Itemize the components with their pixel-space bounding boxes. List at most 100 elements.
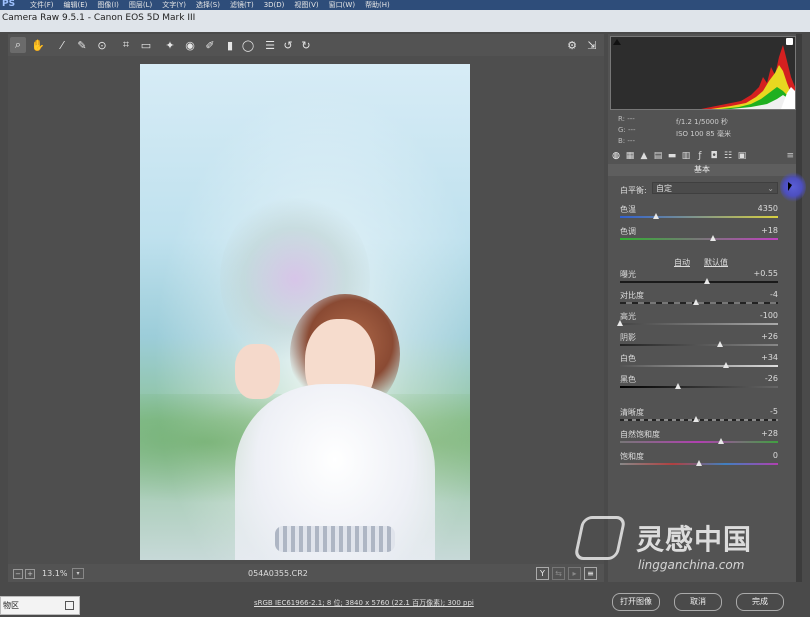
white-balance-select[interactable]: 自定 ⌄ [652, 182, 778, 194]
blacks-thumb[interactable] [675, 383, 682, 389]
menu-view[interactable]: 视图(V) [294, 0, 318, 10]
menu-window[interactable]: 窗口(W) [329, 0, 355, 10]
menu-layer[interactable]: 图层(L) [129, 0, 152, 10]
shadows-slider[interactable]: 阴影 +26 [620, 332, 778, 352]
blacks-track[interactable] [620, 386, 778, 388]
clarity-track[interactable] [620, 419, 778, 421]
shadows-thumb[interactable] [716, 341, 723, 347]
hsl-tab-icon[interactable]: ▤ [652, 150, 664, 162]
menu-help[interactable]: 帮助(H) [365, 0, 390, 10]
clarity-thumb[interactable] [692, 416, 699, 422]
swap-icon[interactable]: ⇆ [552, 567, 565, 580]
whites-value[interactable]: +34 [761, 353, 778, 362]
presets-tab-icon[interactable]: ☷ [722, 150, 734, 162]
done-button[interactable]: 完成 [736, 593, 784, 611]
cancel-button[interactable]: 取消 [674, 593, 722, 611]
blacks-slider[interactable]: 黑色 -26 [620, 374, 778, 394]
vibrance-thumb[interactable] [718, 438, 725, 444]
open-image-button[interactable]: 打开图像 [612, 593, 660, 611]
temperature-track[interactable] [620, 216, 778, 218]
straighten-icon[interactable]: ▭ [138, 37, 154, 53]
color-sampler-icon[interactable]: ✎ [74, 37, 90, 53]
menu-3d[interactable]: 3D(D) [264, 0, 285, 10]
contrast-value[interactable]: -4 [770, 290, 778, 299]
list-icon[interactable]: ☰ [262, 37, 278, 53]
workflow-options-link[interactable]: sRGB IEC61966-2.1; 8 位; 3840 x 5760 (22.… [254, 598, 474, 608]
target-adjust-icon[interactable]: ⊙ [94, 37, 110, 53]
saturation-slider[interactable]: 饱和度 0 [620, 451, 778, 471]
clarity-slider[interactable]: 清晰度 -5 [620, 407, 778, 427]
white-balance-icon[interactable]: ⁄ [54, 37, 70, 53]
snapshots-tab-icon[interactable]: ▣ [736, 150, 748, 162]
exposure-value[interactable]: +0.55 [753, 269, 778, 278]
exposure-thumb[interactable] [703, 278, 710, 284]
adjustment-brush-icon[interactable]: ✐ [202, 37, 218, 53]
exposure-track[interactable] [620, 281, 778, 283]
before-after-toggle[interactable]: Y [536, 567, 549, 580]
highlights-track[interactable] [620, 323, 778, 325]
auto-link[interactable]: 自动 [674, 257, 690, 268]
panel-scrollbar[interactable] [796, 34, 802, 582]
zoom-dropdown[interactable]: ▾ [72, 568, 84, 579]
tint-value[interactable]: +18 [761, 226, 778, 235]
basic-tab-icon[interactable]: ◍ [610, 150, 622, 162]
zoom-icon[interactable]: ⌕ [10, 37, 26, 53]
red-eye-icon[interactable]: ◉ [182, 37, 198, 53]
shadows-track[interactable] [620, 344, 778, 346]
fullscreen-icon[interactable]: ⇲ [584, 37, 600, 53]
tint-track[interactable] [620, 238, 778, 240]
whites-thumb[interactable] [722, 362, 729, 368]
temperature-slider[interactable]: 色温 4350 [620, 204, 778, 224]
shadows-value[interactable]: +26 [761, 332, 778, 341]
temperature-value[interactable]: 4350 [758, 204, 778, 213]
radial-filter-icon[interactable]: ◯ [240, 37, 256, 53]
lens-tab-icon[interactable]: ▥ [680, 150, 692, 162]
default-link[interactable]: 默认值 [704, 257, 728, 268]
photo-preview[interactable] [140, 64, 470, 560]
rotate-left-icon[interactable]: ↺ [280, 37, 296, 53]
highlights-value[interactable]: -100 [760, 311, 778, 320]
zoom-out-button[interactable]: − [13, 569, 23, 579]
contrast-thumb[interactable] [692, 299, 699, 305]
effects-tab-icon[interactable]: ƒ [694, 150, 706, 162]
shadow-clipping-icon[interactable] [613, 39, 621, 45]
contrast-slider[interactable]: 对比度 -4 [620, 290, 778, 310]
graduated-filter-icon[interactable]: ▮ [222, 37, 238, 53]
temperature-thumb[interactable] [653, 213, 660, 219]
whites-track[interactable] [620, 365, 778, 367]
menu-file[interactable]: 文件(F) [30, 0, 54, 10]
rotate-right-icon[interactable]: ↻ [298, 37, 314, 53]
exposure-slider[interactable]: 曝光 +0.55 [620, 269, 778, 289]
panel-menu-icon[interactable]: ≡ [786, 151, 794, 161]
saturation-value[interactable]: 0 [773, 451, 778, 460]
saturation-thumb[interactable] [696, 460, 702, 466]
maximize-icon[interactable] [65, 601, 74, 610]
tone-curve-tab-icon[interactable]: ▦ [624, 150, 636, 162]
highlights-slider[interactable]: 高光 -100 [617, 311, 778, 331]
spot-removal-icon[interactable]: ✦ [162, 37, 178, 53]
tint-slider[interactable]: 色调 +18 [620, 226, 778, 246]
zoom-in-button[interactable]: + [25, 569, 35, 579]
blacks-value[interactable]: -26 [765, 374, 778, 383]
menu-select[interactable]: 选择(S) [196, 0, 220, 10]
vibrance-track[interactable] [620, 441, 778, 443]
contrast-track[interactable] [620, 302, 778, 304]
highlights-thumb[interactable] [617, 320, 623, 326]
vibrance-value[interactable]: +28 [761, 429, 778, 438]
highlight-clipping-icon[interactable] [786, 38, 793, 45]
hand-icon[interactable]: ✋ [30, 37, 46, 53]
menu-filter[interactable]: 滤镜(T) [230, 0, 254, 10]
preferences-icon[interactable]: ⚙ [564, 37, 580, 53]
clarity-value[interactable]: -5 [770, 407, 778, 416]
whites-slider[interactable]: 白色 +34 [620, 353, 778, 373]
tint-thumb[interactable] [710, 235, 717, 241]
crop-icon[interactable]: ⌗ [118, 37, 134, 53]
detail-tab-icon[interactable]: ▲ [638, 150, 650, 162]
menu-image[interactable]: 图像(I) [97, 0, 119, 10]
menu-edit[interactable]: 编辑(E) [64, 0, 88, 10]
taskbar-item[interactable]: 物区 [0, 596, 80, 615]
menu-type[interactable]: 文字(Y) [162, 0, 186, 10]
split-toning-tab-icon[interactable]: ▬ [666, 150, 678, 162]
vibrance-slider[interactable]: 自然饱和度 +28 [620, 429, 778, 449]
camera-calibration-tab-icon[interactable]: ◘ [708, 150, 720, 162]
